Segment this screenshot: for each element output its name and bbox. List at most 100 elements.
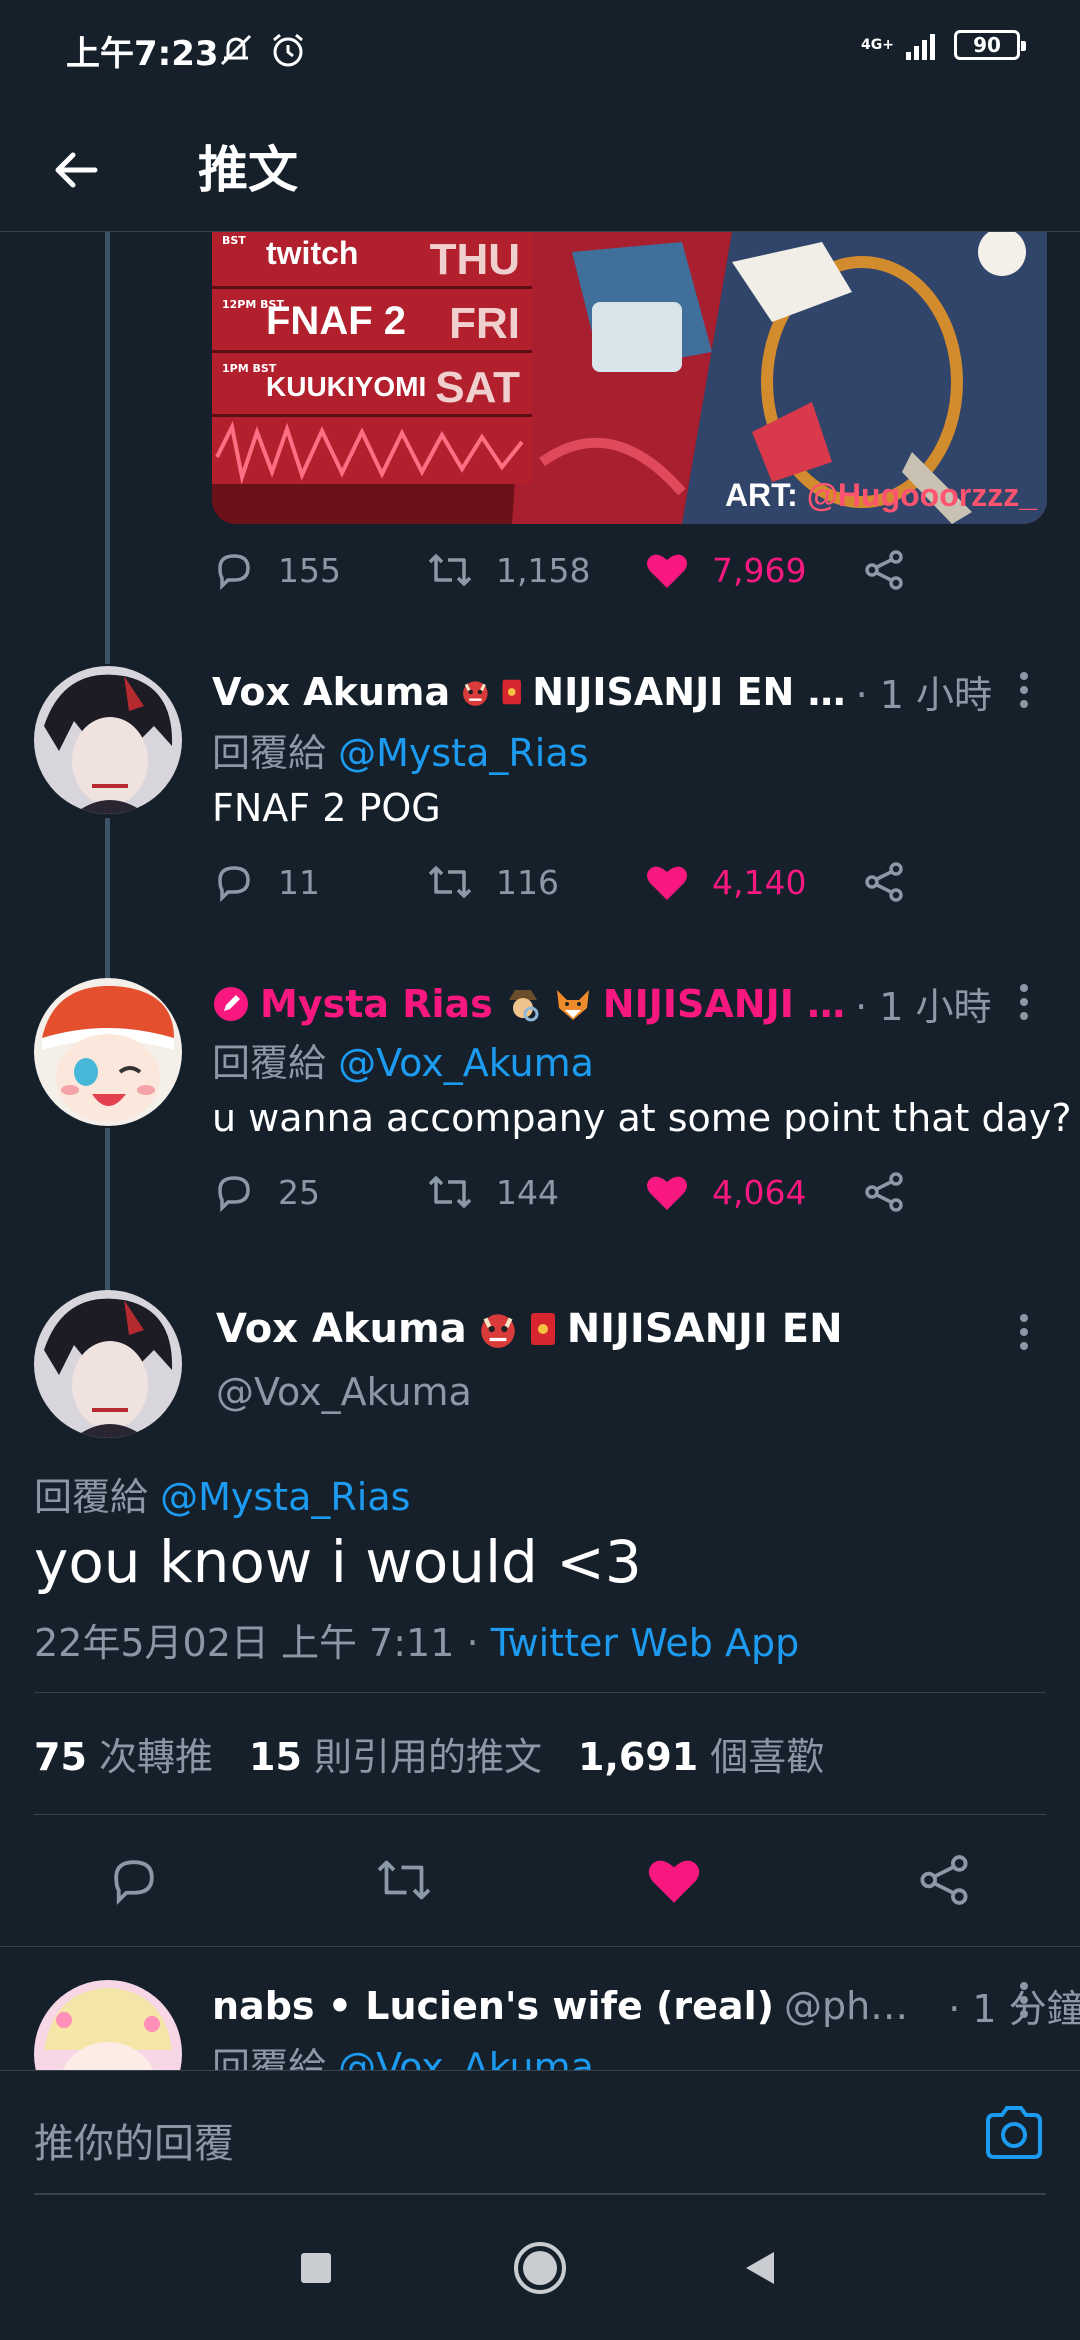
back-button[interactable] [40, 134, 112, 206]
main-tweet-avatar[interactable] [34, 1290, 182, 1438]
mention-link[interactable]: @Mysta_Rias [160, 1475, 410, 1519]
pen-badge-icon [214, 986, 248, 1021]
retweet-icon [428, 866, 472, 898]
author-suffix: NIJISANJI EN … [532, 669, 846, 714]
fox-emoji-icon [556, 989, 589, 1020]
like-button[interactable]: 4,140 [644, 860, 806, 904]
author-name[interactable]: Vox Akuma [216, 1306, 467, 1352]
arrow-left-icon [55, 152, 98, 188]
reply-input[interactable]: 推你的回覆 [34, 2111, 234, 2169]
recents-button[interactable] [286, 2238, 346, 2298]
camera-button[interactable] [982, 2101, 1046, 2165]
author-name[interactable]: Mysta Rias [260, 982, 493, 1026]
ogre-emoji-icon [480, 1314, 515, 1348]
schedule-row-scribbled [212, 414, 532, 485]
tweet-header: Mysta Rias NIJISANJI … · 1 小時 [212, 976, 992, 1031]
thread-line [105, 1128, 110, 1290]
schedule-row: BST twitch THU [212, 232, 532, 286]
like-button[interactable]: 4,064 [644, 1170, 806, 1214]
avatar-mysta-image [34, 978, 182, 1126]
source-link[interactable]: Twitter Web App [491, 1621, 800, 1665]
mention-link[interactable]: @Vox_Akuma [338, 1041, 594, 1085]
red-envelope-icon [502, 679, 521, 704]
retweet-stat[interactable]: 75 次轉推 [34, 1726, 213, 1781]
tweet-text: u wanna accompany at some point that day… [212, 1096, 1072, 1140]
reply-icon [218, 1176, 250, 1213]
heart-filled-icon [647, 554, 687, 588]
share-icon [865, 862, 903, 902]
retweet-icon [377, 1860, 431, 1900]
system-navigation-bar [0, 2198, 1080, 2340]
tweet-text: FNAF 2 POG [212, 786, 441, 830]
like-button[interactable] [634, 1840, 714, 1920]
back-nav-button[interactable] [730, 2238, 790, 2298]
author-name[interactable]: Vox Akuma [212, 670, 450, 714]
top-app-bar: 推文 [0, 110, 1080, 232]
heart-filled-icon [648, 1860, 700, 1903]
reply-button[interactable] [94, 1840, 174, 1920]
triangle-back-icon [746, 2252, 774, 2284]
avatar[interactable] [34, 666, 182, 814]
retweet-button[interactable]: 116 [426, 860, 559, 904]
divider [34, 1692, 1046, 1693]
thread-line [105, 232, 110, 664]
more-options-button[interactable] [1004, 972, 1044, 1032]
alarm-icon [273, 33, 303, 67]
more-options-button[interactable] [1004, 1970, 1044, 2030]
mention-link[interactable]: @Mysta_Rias [338, 731, 588, 775]
more-options-button[interactable] [1004, 1302, 1044, 1362]
share-button[interactable] [862, 1170, 906, 1214]
heart-filled-icon [647, 1176, 687, 1210]
reply-icon [218, 554, 250, 591]
share-icon [920, 1855, 968, 1905]
red-envelope-icon [530, 1313, 555, 1345]
reply-button[interactable]: 11 [212, 860, 320, 904]
main-tweet-header: Vox Akuma NIJISANJI EN [216, 1306, 843, 1352]
composer-underline [34, 2193, 1046, 2195]
reply-button[interactable]: 25 [212, 1170, 320, 1214]
main-tweet-actions [0, 1840, 1080, 1920]
signal-icon [906, 34, 935, 60]
status-time: 上午7:23 [66, 34, 219, 74]
share-button[interactable] [862, 860, 906, 904]
mute-bell-icon [220, 34, 252, 66]
camera-icon [986, 2106, 1042, 2159]
home-button[interactable] [510, 2238, 570, 2298]
engagement-stats: 75 次轉推 15 則引用的推文 1,691 個喜歡 [34, 1726, 824, 1781]
quote-stat[interactable]: 15 則引用的推文 [249, 1726, 542, 1781]
retweet-button[interactable]: 1,158 [426, 548, 590, 592]
tweet-time: · 1 小時 [855, 985, 992, 1029]
square-icon [301, 2253, 331, 2283]
reply-button[interactable]: 155 [212, 548, 341, 592]
divider [0, 1946, 1080, 1947]
heart-filled-icon [647, 866, 687, 900]
retweet-icon [428, 554, 472, 586]
home-circle-icon [514, 2242, 566, 2294]
avatar[interactable] [34, 978, 182, 1126]
share-icon [865, 550, 903, 590]
like-button[interactable]: 7,969 [644, 548, 806, 592]
tweet-time: · 1 小時 [855, 673, 992, 717]
scribble-icon [215, 420, 524, 485]
reply-composer[interactable]: 推你的回覆 [0, 2070, 1080, 2198]
share-button[interactable] [862, 548, 906, 592]
retweet-button[interactable]: 144 [426, 1170, 559, 1214]
divider [34, 1814, 1046, 1815]
more-options-button[interactable] [1004, 660, 1044, 720]
author-suffix: NIJISANJI … [602, 981, 846, 1026]
network-label: 4G+ [861, 37, 894, 53]
tweet-actions: 155 1,158 7,969 [212, 548, 932, 608]
retweet-button[interactable] [364, 1840, 444, 1920]
share-button[interactable] [904, 1840, 984, 1920]
tweet-date: 22年5月02日 上午 7:11 · Twitter Web App [34, 1621, 800, 1665]
author-name[interactable]: nabs • Lucien's wife (real) [212, 1984, 774, 2028]
schedule-row: 1PM BST KUUKIYOMI SAT [212, 350, 532, 414]
ogre-emoji-icon [463, 680, 488, 706]
author-handle[interactable]: @Vox_Akuma [216, 1370, 472, 1414]
page-title: 推文 [198, 141, 298, 199]
like-stat[interactable]: 1,691 個喜歡 [578, 1726, 824, 1781]
tweet-media-image[interactable]: BST twitch THU 12PM BST FNAF 2 FRI 1PM B… [212, 232, 1047, 524]
author-handle[interactable]: @ph… [784, 1984, 908, 2028]
author-suffix: NIJISANJI EN [566, 1306, 843, 1352]
reply-to-line: 回覆給 @Vox_Akuma [212, 1041, 594, 1085]
